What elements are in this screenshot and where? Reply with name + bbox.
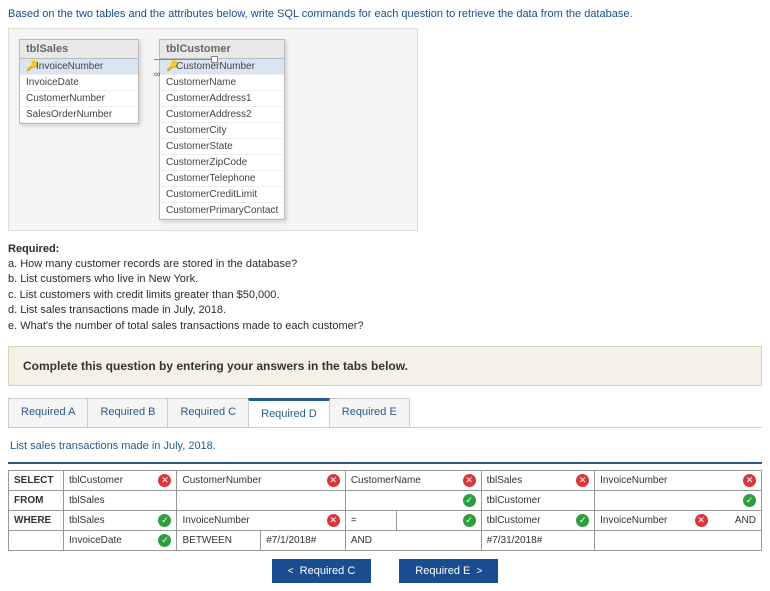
table-row: CustomerZipCode	[160, 155, 284, 171]
grid-row-from: FROM tblSales ✓ tblCustomer ✓	[9, 490, 762, 510]
table-row: InvoiceDate	[20, 75, 138, 91]
required-heading: Required:	[8, 243, 762, 255]
grid-cell[interactable]	[595, 530, 762, 550]
required-list: a. How many customer records are stored …	[8, 257, 762, 334]
wrong-icon: ✕	[327, 514, 340, 527]
row-label: WHERE	[9, 510, 64, 530]
table-customer-head: tblCustomer	[160, 40, 284, 59]
tab-required-e[interactable]: Required E	[329, 398, 410, 427]
table-customer: tblCustomer 🔑CustomerNumber CustomerName…	[159, 39, 285, 220]
wrong-icon: ✕	[576, 474, 589, 487]
grid-cell[interactable]: #7/1/2018#	[261, 530, 346, 550]
chevron-right-icon: >	[476, 566, 482, 577]
req-a: a. How many customer records are stored …	[8, 257, 762, 272]
tab-subtitle: List sales transactions made in July, 20…	[8, 434, 762, 464]
grid-cell[interactable]: #7/31/2018#	[481, 530, 594, 550]
grid-cell[interactable]: InvoiceDate✓	[64, 530, 177, 550]
grid-cell[interactable]: CustomerNumber✕	[177, 470, 345, 490]
tab-required-a[interactable]: Required A	[8, 398, 88, 427]
wrong-icon: ✕	[695, 514, 708, 527]
req-c: c. List customers with credit limits gre…	[8, 288, 762, 303]
table-row: SalesOrderNumber	[20, 107, 138, 123]
chevron-left-icon: <	[288, 566, 294, 577]
table-row: CustomerCreditLimit	[160, 187, 284, 203]
correct-icon: ✓	[463, 514, 476, 527]
row-label: FROM	[9, 490, 64, 510]
schema-diagram: tblSales 🔑InvoiceNumber InvoiceDate Cust…	[8, 28, 418, 231]
grid-cell[interactable]: tblCustomer✕	[64, 470, 177, 490]
complete-box: Complete this question by entering your …	[8, 346, 762, 386]
correct-icon: ✓	[576, 514, 589, 527]
req-b: b. List customers who live in New York.	[8, 272, 762, 287]
table-sales: tblSales 🔑InvoiceNumber InvoiceDate Cust…	[19, 39, 139, 124]
grid-row-where: WHERE tblSales✓ InvoiceNumber✕ = ✓ tblCu…	[9, 510, 762, 530]
tab-required-c[interactable]: Required C	[167, 398, 249, 427]
grid-cell[interactable]: tblSales✕	[481, 470, 594, 490]
grid-cell[interactable]: ✓	[396, 510, 481, 530]
grid-cell[interactable]: tblSales	[64, 490, 177, 510]
table-row: 🔑CustomerNumber	[160, 59, 284, 75]
grid-cell[interactable]: CustomerName✕	[345, 470, 481, 490]
correct-icon: ✓	[463, 494, 476, 507]
wrong-icon: ✕	[463, 474, 476, 487]
table-row: CustomerTelephone	[160, 171, 284, 187]
next-button[interactable]: Required E >	[399, 559, 498, 583]
grid-cell[interactable]: =	[345, 510, 396, 530]
table-row: CustomerAddress2	[160, 107, 284, 123]
complete-text: Complete this question by entering your …	[23, 359, 408, 373]
req-e: e. What's the number of total sales tran…	[8, 319, 762, 334]
nav-buttons: < Required C Required E >	[8, 559, 762, 583]
table-row: CustomerState	[160, 139, 284, 155]
table-row: CustomerCity	[160, 123, 284, 139]
grid-cell[interactable]: InvoiceNumber✕	[177, 510, 345, 530]
grid-cell[interactable]: InvoiceNumber✕	[595, 470, 762, 490]
grid-cell[interactable]: tblCustomer✓	[481, 510, 594, 530]
wrong-icon: ✕	[327, 474, 340, 487]
grid-cell[interactable]: ✓	[595, 490, 762, 510]
correct-icon: ✓	[743, 494, 756, 507]
tab-required-b[interactable]: Required B	[87, 398, 168, 427]
answer-grid: SELECT tblCustomer✕ CustomerNumber✕ Cust…	[8, 470, 762, 551]
table-row: CustomerPrimaryContact	[160, 203, 284, 219]
key-icon: 🔑	[166, 61, 174, 69]
prev-button[interactable]: < Required C	[272, 559, 372, 583]
row-label	[9, 530, 64, 550]
key-icon: 🔑	[26, 61, 34, 69]
table-sales-head: tblSales	[20, 40, 138, 59]
row-label: SELECT	[9, 470, 64, 490]
grid-cell[interactable]: ✓	[345, 490, 481, 510]
tabs: Required A Required B Required C Require…	[8, 398, 762, 428]
grid-cell[interactable]: tblSales✓	[64, 510, 177, 530]
table-row: CustomerAddress1	[160, 91, 284, 107]
grid-row-where2: InvoiceDate✓ BETWEEN #7/1/2018# AND #7/3…	[9, 530, 762, 550]
relation-line	[154, 59, 214, 60]
grid-cell[interactable]	[177, 490, 345, 510]
table-row: 🔑InvoiceNumber	[20, 59, 138, 75]
correct-icon: ✓	[158, 514, 171, 527]
table-row: CustomerName	[160, 75, 284, 91]
grid-cell[interactable]: tblCustomer	[481, 490, 594, 510]
wrong-icon: ✕	[158, 474, 171, 487]
relation-label: ∞	[154, 69, 160, 79]
tab-required-d[interactable]: Required D	[248, 398, 330, 427]
grid-cell[interactable]: InvoiceNumber✕AND	[595, 510, 762, 530]
table-row: CustomerNumber	[20, 91, 138, 107]
grid-row-select: SELECT tblCustomer✕ CustomerNumber✕ Cust…	[9, 470, 762, 490]
correct-icon: ✓	[158, 534, 171, 547]
grid-cell[interactable]: BETWEEN	[177, 530, 261, 550]
intro-text: Based on the two tables and the attribut…	[8, 8, 762, 20]
req-d: d. List sales transactions made in July,…	[8, 303, 762, 318]
grid-cell[interactable]: AND	[345, 530, 481, 550]
wrong-icon: ✕	[743, 474, 756, 487]
